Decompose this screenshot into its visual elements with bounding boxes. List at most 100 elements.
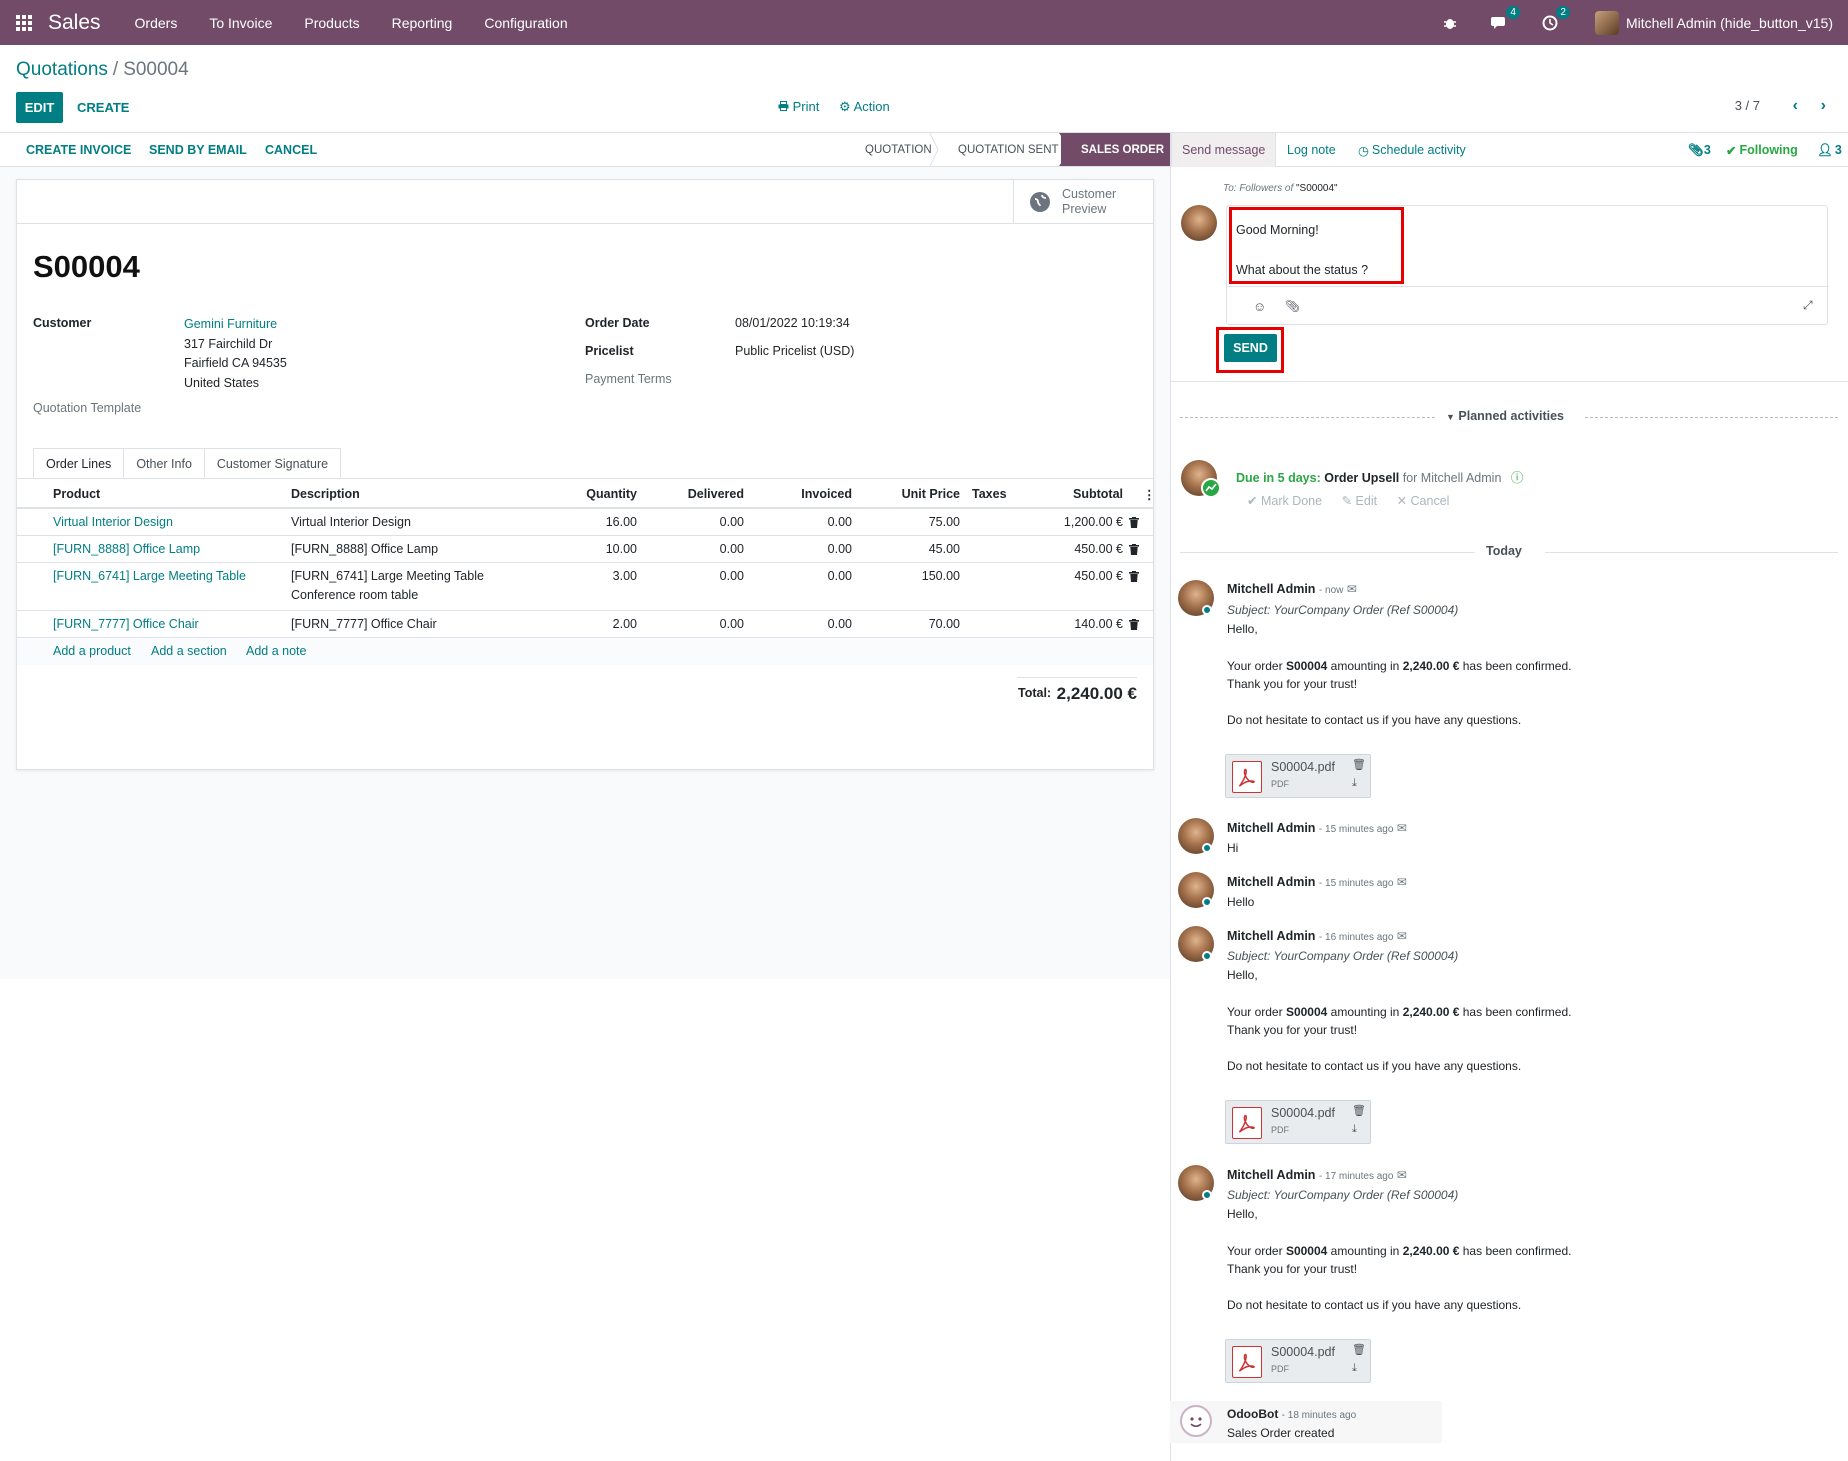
col-quantity[interactable]: Quantity (537, 487, 637, 501)
action-menu[interactable]: ⚙ Action (839, 99, 890, 115)
col-delivered[interactable]: Delivered (644, 487, 744, 501)
line-invoiced: 0.00 (827, 542, 852, 556)
body-ref: S00004 (1285, 1005, 1328, 1019)
col-unit-price[interactable]: Unit Price (860, 487, 960, 501)
user-icon: 👤︎ (1817, 142, 1833, 157)
line-product[interactable]: [FURN_8888] Office Lamp (53, 542, 200, 556)
trash-icon[interactable]: 🗑︎ (1352, 758, 1366, 771)
trash-icon[interactable] (1129, 517, 1139, 528)
line-product[interactable]: Virtual Interior Design (53, 515, 173, 529)
message-author-name[interactable]: Mitchell Admin (1227, 1168, 1315, 1182)
pager-value[interactable]: 3 / 7 (1735, 98, 1760, 113)
stage-quotation-sent[interactable]: QUOTATION SENT (958, 133, 1059, 166)
line-product[interactable]: [FURN_7777] Office Chair (53, 617, 199, 631)
trash-icon[interactable] (1129, 571, 1139, 582)
column-options-icon[interactable]: ⋮ (1143, 487, 1156, 502)
message-author: Mitchell Admin - now ✉ (1227, 582, 1357, 596)
tab-customer-signature[interactable]: Customer Signature (203, 448, 342, 479)
add-note-link[interactable]: Add a note (246, 644, 306, 658)
trash-icon[interactable] (1129, 619, 1139, 630)
menu-products[interactable]: Products (288, 15, 375, 31)
table-row[interactable]: Virtual Interior Design Virtual Interior… (17, 509, 1153, 536)
add-section-link[interactable]: Add a section (151, 644, 227, 658)
info-icon[interactable]: ⓘ (1511, 471, 1524, 485)
edit-activity-button[interactable]: ✎ Edit (1342, 494, 1378, 508)
clock-icon[interactable]: 2 (1539, 5, 1570, 34)
send-message-button[interactable]: Send message (1171, 133, 1277, 167)
download-icon[interactable]: ⤓ (1352, 1123, 1357, 1136)
attachments-button[interactable]: 📎︎ 3 (1688, 133, 1711, 167)
chevron-right-icon[interactable]: › (1821, 97, 1826, 115)
total-label: Total: (1018, 686, 1052, 700)
create-button[interactable]: CREATE (77, 92, 129, 123)
chat-icon[interactable]: 4 (1489, 5, 1520, 34)
breadcrumb-quotations[interactable]: Quotations (16, 59, 108, 80)
message-author-name[interactable]: OdooBot (1227, 1407, 1278, 1421)
tab-order-lines[interactable]: Order Lines (33, 448, 125, 479)
menu-orders[interactable]: Orders (119, 15, 194, 31)
print-menu[interactable]: Print (778, 99, 819, 114)
attachment-card[interactable]: S00004.pdf PDF 🗑︎ ⤓ (1225, 1339, 1371, 1383)
paperclip-icon[interactable]: 📎︎ (1285, 299, 1300, 313)
message-author-name[interactable]: Mitchell Admin (1227, 929, 1315, 943)
followers-button[interactable]: 👤︎ 3 (1817, 133, 1842, 167)
col-taxes[interactable]: Taxes (972, 487, 1007, 501)
cancel-order-button[interactable]: CANCEL (265, 143, 317, 157)
col-product[interactable]: Product (53, 487, 100, 501)
table-row[interactable]: [FURN_8888] Office Lamp [FURN_8888] Offi… (17, 536, 1153, 563)
divider-line (1585, 417, 1838, 418)
pdf-icon (1232, 1346, 1262, 1378)
edit-button[interactable]: EDIT (16, 92, 63, 123)
apps-grid-icon[interactable] (0, 0, 48, 45)
message-author-name[interactable]: Mitchell Admin (1227, 582, 1315, 596)
stage-sales-order[interactable]: SALES ORDER (1061, 133, 1170, 166)
tab-other-info[interactable]: Other Info (123, 448, 205, 479)
planned-activities-header[interactable]: ▼ Planned activities (1438, 409, 1573, 423)
body-text: amounting in (1327, 1005, 1403, 1019)
bug-icon[interactable] (1439, 12, 1461, 34)
emoji-icon[interactable]: ☺ (1253, 299, 1266, 314)
send-by-email-button[interactable]: SEND BY EMAIL (149, 143, 247, 157)
col-description[interactable]: Description (291, 487, 360, 501)
col-subtotal[interactable]: Subtotal (1009, 487, 1123, 501)
chevron-left-icon[interactable]: ‹ (1793, 97, 1798, 115)
stage-quotation[interactable]: QUOTATION (865, 133, 932, 166)
download-icon[interactable]: ⤓ (1352, 1362, 1357, 1375)
mark-done-button[interactable]: ✔ Mark Done (1247, 494, 1322, 508)
trash-icon[interactable]: 🗑︎ (1352, 1343, 1366, 1356)
table-row[interactable]: [FURN_7777] Office Chair [FURN_7777] Off… (17, 611, 1153, 638)
online-status-dot (1202, 897, 1212, 907)
log-note-button[interactable]: Log note (1287, 133, 1336, 167)
attachment-card[interactable]: S00004.pdf PDF 🗑︎ ⤓ (1225, 1100, 1371, 1144)
create-invoice-button[interactable]: CREATE INVOICE (26, 143, 131, 157)
app-name[interactable]: Sales (48, 11, 101, 35)
customer-preview-label-2: Preview (1062, 202, 1107, 216)
user-menu[interactable]: Mitchell Admin (hide_button_v15) (1594, 10, 1833, 35)
menu-reporting[interactable]: Reporting (376, 15, 469, 31)
col-invoiced[interactable]: Invoiced (752, 487, 852, 501)
user-name: Mitchell Admin (hide_button_v15) (1625, 14, 1833, 31)
line-product[interactable]: [FURN_6741] Large Meeting Table (53, 569, 246, 583)
trash-icon[interactable] (1129, 544, 1139, 555)
expand-icon[interactable]: ⤢ (1803, 298, 1813, 313)
schedule-activity-button[interactable]: ◷ Schedule activity (1358, 133, 1466, 167)
add-product-link[interactable]: Add a product (53, 644, 131, 658)
customer-link[interactable]: Gemini Furniture (184, 317, 277, 331)
message-thanks: Thank you for your trust! (1227, 1262, 1358, 1276)
menu-configuration[interactable]: Configuration (468, 15, 583, 31)
caret-down-icon: ▼ (1446, 412, 1455, 422)
message-author-name[interactable]: Mitchell Admin (1227, 875, 1315, 889)
cancel-activity-button[interactable]: ✕ Cancel (1397, 494, 1450, 508)
message-author-name[interactable]: Mitchell Admin (1227, 821, 1315, 835)
menu-to-invoice[interactable]: To Invoice (193, 15, 288, 31)
following-button[interactable]: ✔ Following (1726, 133, 1798, 167)
message-body: Your order S00004 amounting in 2,240.00 … (1227, 1244, 1572, 1258)
line-delivered: 0.00 (719, 617, 744, 631)
trash-icon[interactable]: 🗑︎ (1352, 1104, 1366, 1117)
address-line-3: United States (184, 376, 260, 390)
customer-preview-button[interactable]: Customer Preview (1013, 180, 1153, 224)
download-icon[interactable]: ⤓ (1352, 777, 1357, 790)
message-body: Your order S00004 amounting in 2,240.00 … (1227, 659, 1572, 673)
attachment-card[interactable]: S00004.pdf PDF 🗑︎ ⤓ (1225, 754, 1371, 798)
table-row[interactable]: [FURN_6741] Large Meeting Table [FURN_67… (17, 563, 1153, 611)
